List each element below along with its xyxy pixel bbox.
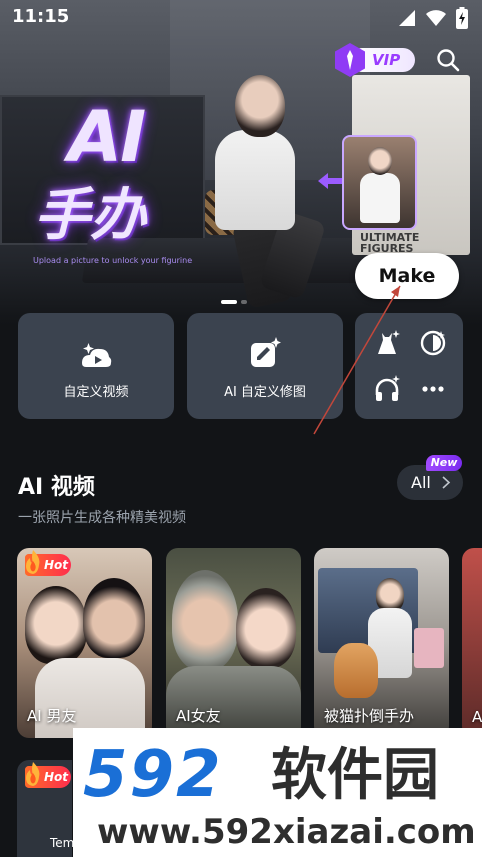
section-title: AI 视频 (18, 475, 95, 500)
box-label: ULTIMATE FIGURES (360, 231, 420, 255)
battery-icon (456, 7, 468, 29)
site-watermark: 592 软件园 www.592xiazai.com (73, 728, 482, 857)
chevron-right-icon (442, 476, 451, 489)
arrow-left-icon (318, 173, 344, 189)
vip-crown-icon (335, 43, 365, 77)
pager-dot (221, 300, 237, 304)
video-card-cat-figure[interactable]: 被猫扑倒手办 (314, 548, 449, 738)
video-caption: AI女友 (176, 707, 221, 725)
photo-box (414, 628, 444, 668)
watermark-number: 592 (83, 738, 223, 812)
search-icon[interactable] (436, 48, 460, 72)
product-thumbnail (342, 135, 417, 230)
template-label: Tem (50, 836, 75, 850)
video-card-more[interactable]: AI (462, 548, 482, 738)
video-caption: AI 男友 (27, 707, 77, 725)
hero-subtitle: 手办 (34, 183, 146, 248)
video-card-ai-boyfriend[interactable]: Hot AI 男友 (17, 548, 152, 738)
pager-dot (241, 300, 247, 304)
wifi-icon (426, 10, 446, 26)
see-all-label: All (411, 473, 431, 492)
hero-title: AI (68, 96, 146, 178)
more-icon[interactable] (419, 375, 447, 403)
photo-person (172, 570, 238, 670)
photo-person (236, 588, 296, 668)
edit-sparkle-icon (251, 337, 281, 367)
vip-button[interactable]: VIP (332, 42, 415, 78)
banner-pager (221, 300, 247, 304)
watermark-url: www.592xiazai.com (97, 812, 476, 852)
hero-caption: Upload a picture to unlock your figurine (33, 256, 193, 265)
watermark-brand: 软件园 (271, 743, 439, 808)
headphones-sparkle-icon[interactable] (373, 375, 401, 403)
face-swap-icon[interactable] (419, 329, 447, 357)
photo-person (376, 578, 404, 612)
photo-clothes (35, 658, 145, 738)
video-sparkle-icon (82, 343, 112, 367)
tool-label: 自定义视频 (63, 385, 129, 400)
custom-video-card[interactable]: 自定义视频 (18, 313, 174, 419)
hot-badge: Hot (25, 762, 71, 788)
dress-sparkle-icon[interactable] (373, 329, 401, 357)
mini-tools-grid (355, 313, 463, 419)
photo-person (25, 586, 87, 664)
status-time: 11:15 (12, 6, 70, 27)
hot-label: Hot (44, 770, 69, 784)
status-bar: 11:15 (0, 0, 482, 34)
vip-label: VIP (372, 51, 401, 69)
tool-label: AI 自定义修图 (224, 385, 306, 400)
hot-badge: Hot (25, 550, 71, 576)
hero-figurine-image (195, 75, 335, 309)
hot-label: Hot (44, 558, 69, 572)
section-subtitle: 一张照片生成各种精美视频 (18, 510, 186, 526)
photo-person (83, 578, 145, 658)
custom-edit-card[interactable]: AI 自定义修图 (187, 313, 343, 419)
signal-icon (399, 10, 415, 26)
flame-icon (26, 762, 40, 786)
make-button[interactable]: Make (355, 253, 459, 299)
video-card-ai-girlfriend[interactable]: AI女友 (166, 548, 301, 738)
video-caption: 被猫扑倒手办 (324, 707, 415, 725)
video-caption: AI (472, 708, 482, 726)
flame-icon (26, 550, 40, 574)
photo-cat (334, 643, 378, 698)
new-badge: New (426, 455, 462, 471)
